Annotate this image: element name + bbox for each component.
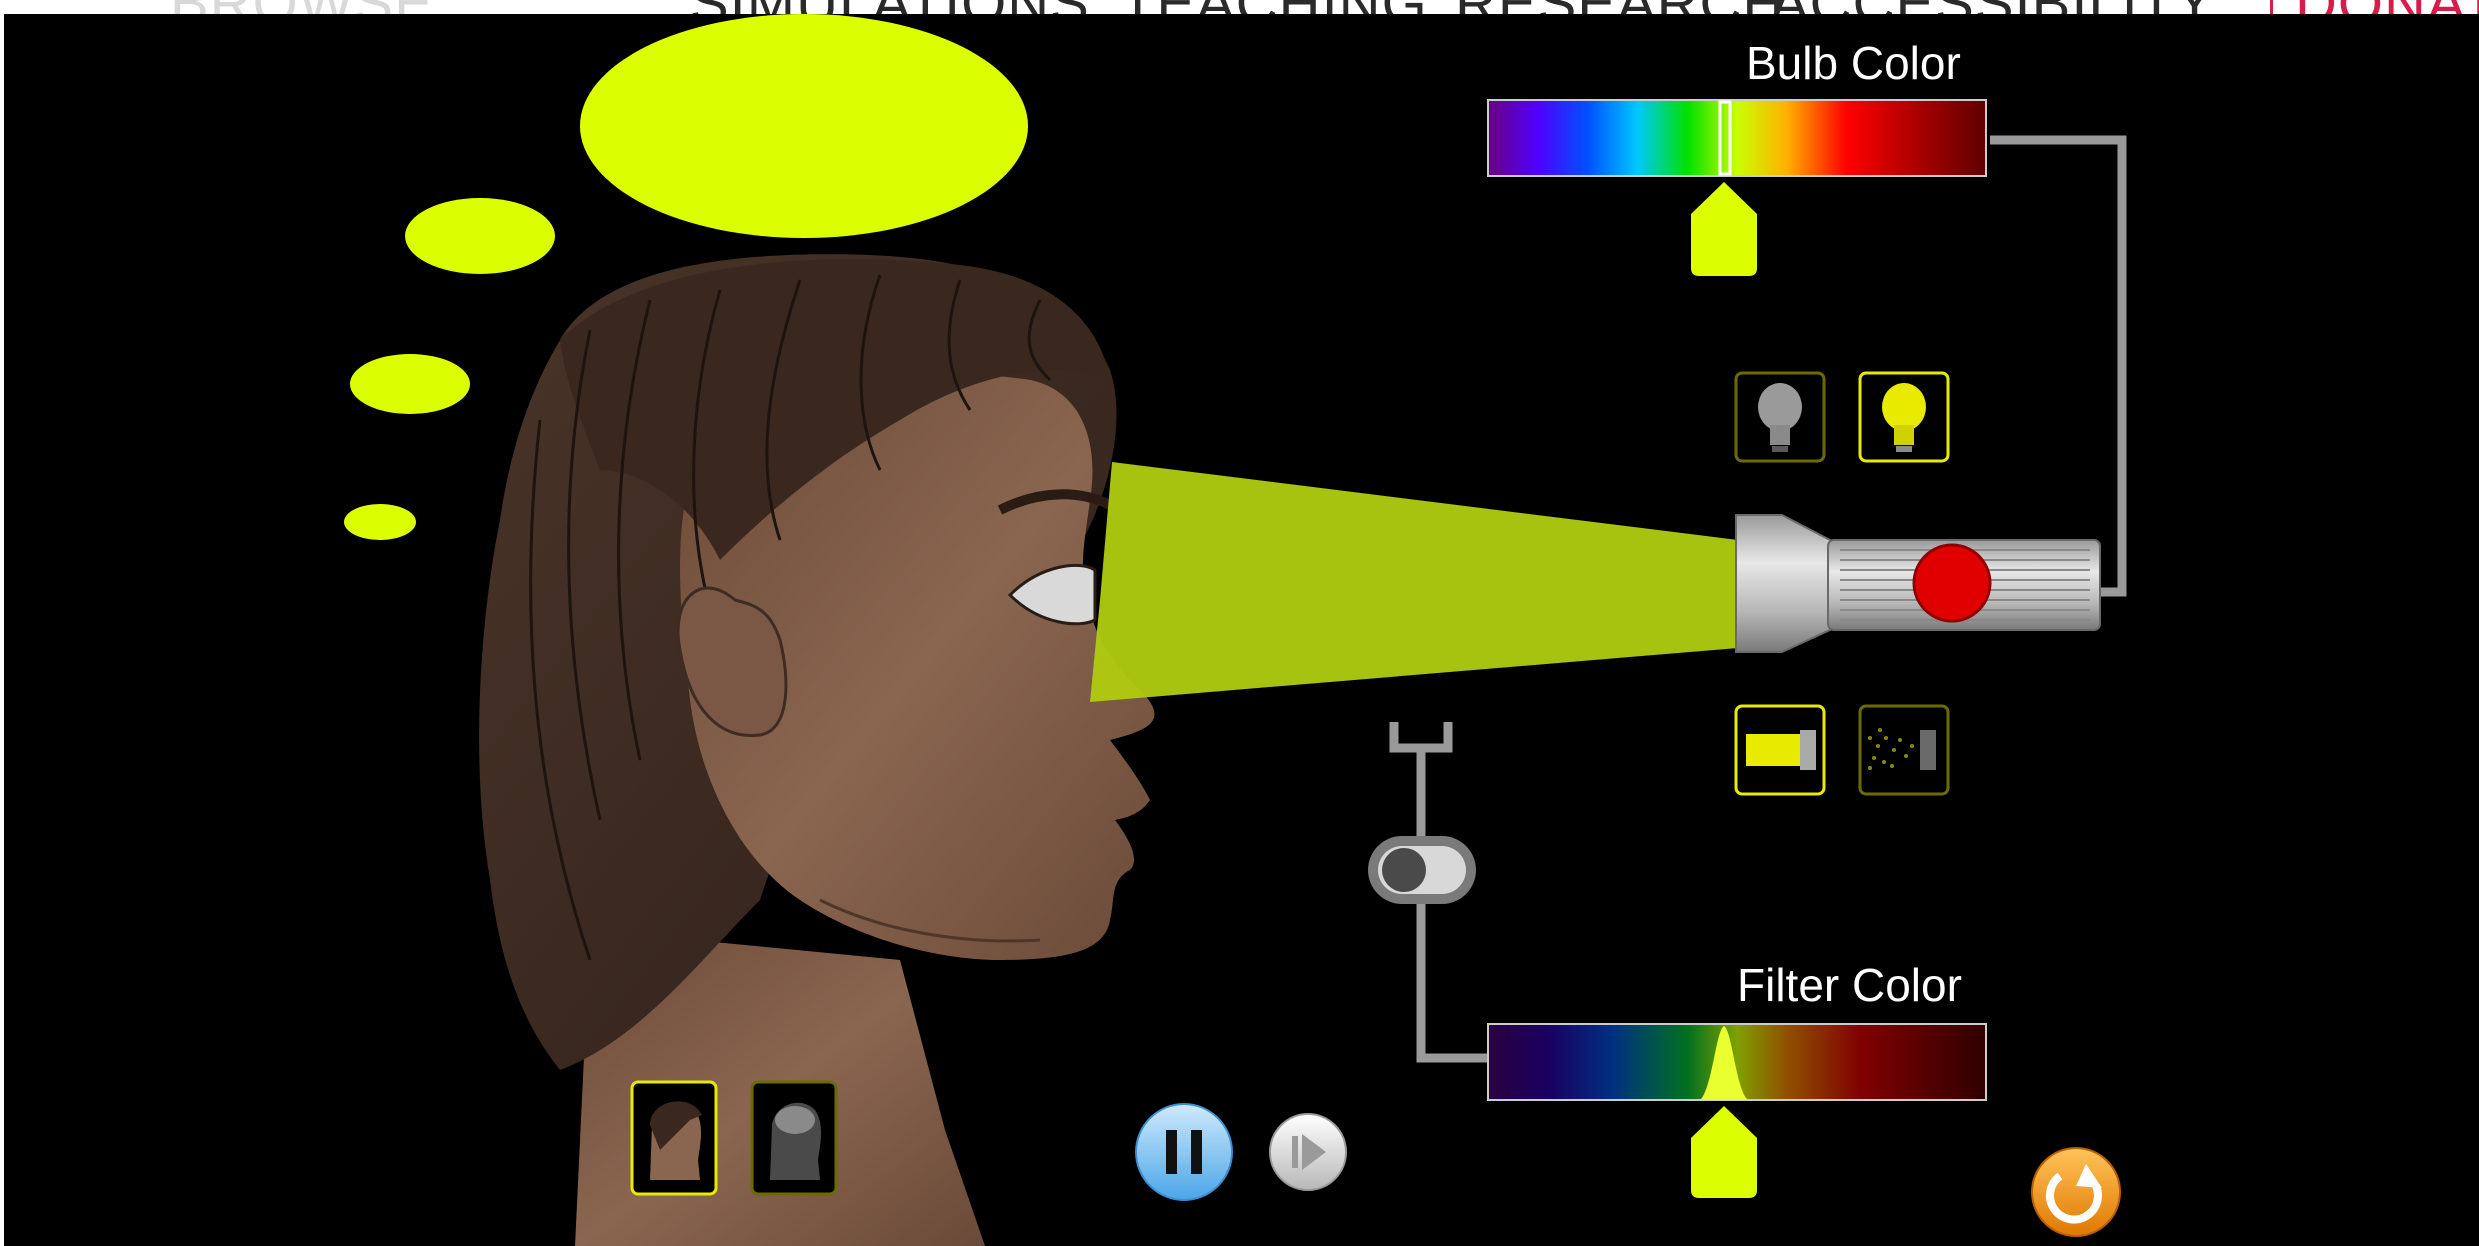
filter-toggle-switch[interactable] [1368, 836, 1476, 904]
play-pause-button[interactable] [1135, 1103, 1233, 1201]
step-icon-bar [1292, 1136, 1298, 1168]
beam-mode-button[interactable] [1734, 704, 1826, 796]
colored-bulb-icon [1882, 383, 1926, 431]
pause-icon-bar-right [1191, 1130, 1202, 1174]
pause-icon-bar-left [1166, 1130, 1177, 1174]
reset-all-button[interactable] [2031, 1147, 2121, 1237]
white-bulb-icon [1758, 383, 1802, 431]
flashlight [1735, 514, 2101, 653]
thought-bubble-dot-3 [344, 504, 416, 540]
colored-bulb-button[interactable] [1858, 371, 1950, 463]
bulb-color-spectrum[interactable] [1487, 99, 1987, 177]
scene-svg [344, 14, 2127, 1246]
filter-color-label: Filter Color [1737, 959, 1962, 1011]
thought-bubble-dot-2 [350, 354, 470, 414]
bulb-color-slider-thumb[interactable] [1691, 182, 1757, 276]
white-bulb-button[interactable] [1734, 371, 1826, 463]
flashlight-head [1735, 514, 1831, 653]
photon-mode-button[interactable] [1858, 704, 1950, 796]
step-forward-button[interactable] [1269, 1113, 1347, 1191]
bulb-color-label: Bulb Color [1746, 37, 1961, 89]
flashlight-power-button[interactable] [1912, 543, 1992, 623]
thought-bubble-main [580, 14, 1028, 238]
bulb-wire [1990, 135, 2127, 597]
thought-bubble-dot-1 [405, 198, 555, 274]
beam-icon [1746, 734, 1802, 766]
filter-color-slider-thumb[interactable] [1691, 1106, 1757, 1198]
simulation-stage: Bulb Color Filter Color [4, 14, 2479, 1246]
head-view-button[interactable] [630, 1080, 718, 1196]
light-beam [1090, 462, 1738, 702]
brain-view-button[interactable] [750, 1080, 838, 1196]
